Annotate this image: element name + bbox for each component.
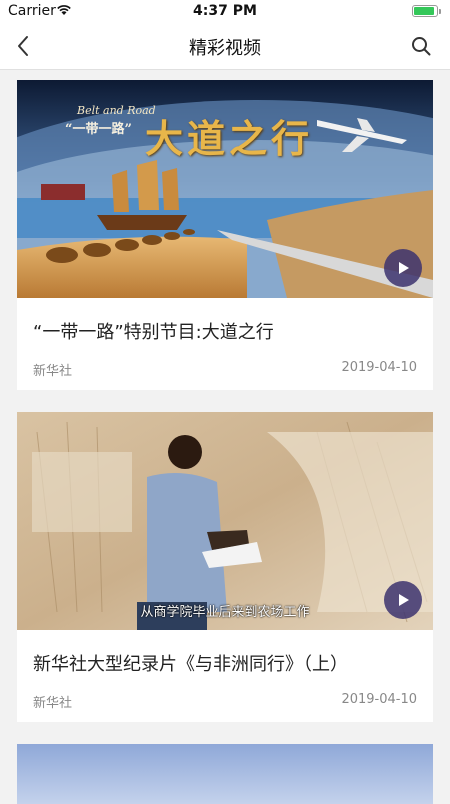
video-source: 新华社 bbox=[33, 364, 73, 379]
video-date: 2019-04-10 bbox=[341, 692, 417, 707]
video-card-partial[interactable] bbox=[17, 744, 433, 804]
video-subtitle: 从商学院毕业后来到农场工作 bbox=[140, 605, 310, 620]
video-feed: Belt and Road “一带一路” 大道之行 “一带一路”特别节目:大道之… bbox=[17, 80, 433, 804]
status-bar: Carrier 4:37 PM bbox=[0, 0, 450, 22]
play-button[interactable] bbox=[384, 249, 422, 287]
battery-icon bbox=[412, 5, 441, 17]
page-title: 精彩视频 bbox=[189, 38, 261, 59]
thumbnail-text-english: Belt and Road bbox=[77, 104, 156, 117]
video-thumbnail[interactable]: 从商学院毕业后来到农场工作 bbox=[17, 412, 433, 630]
video-meta: 新华社 2019-04-10 bbox=[17, 676, 433, 722]
video-meta: 新华社 2019-04-10 bbox=[17, 344, 433, 390]
thumbnail-text-small: “一带一路” bbox=[65, 122, 132, 137]
play-icon bbox=[399, 594, 409, 606]
thumbnail-text-large: 大道之行 bbox=[145, 116, 314, 161]
video-source: 新华社 bbox=[33, 696, 73, 711]
play-icon bbox=[399, 262, 409, 274]
video-thumbnail[interactable]: Belt and Road “一带一路” 大道之行 bbox=[17, 80, 433, 298]
status-time: 4:37 PM bbox=[193, 3, 257, 19]
battery-nub bbox=[439, 9, 441, 14]
video-title[interactable]: “一带一路”特别节目:大道之行 bbox=[17, 298, 433, 344]
video-date: 2019-04-10 bbox=[341, 360, 417, 375]
video-card[interactable]: 从商学院毕业后来到农场工作 新华社大型纪录片《与非洲同行》（上） 新华社 201… bbox=[17, 412, 433, 722]
video-card[interactable]: Belt and Road “一带一路” 大道之行 “一带一路”特别节目:大道之… bbox=[17, 80, 433, 390]
thumbnail-image bbox=[17, 412, 433, 630]
play-button[interactable] bbox=[384, 581, 422, 619]
search-icon[interactable] bbox=[410, 35, 432, 57]
navigation-bar: 精彩视频 bbox=[0, 22, 450, 70]
battery-fill bbox=[414, 7, 434, 15]
video-title[interactable]: 新华社大型纪录片《与非洲同行》（上） bbox=[17, 630, 433, 676]
